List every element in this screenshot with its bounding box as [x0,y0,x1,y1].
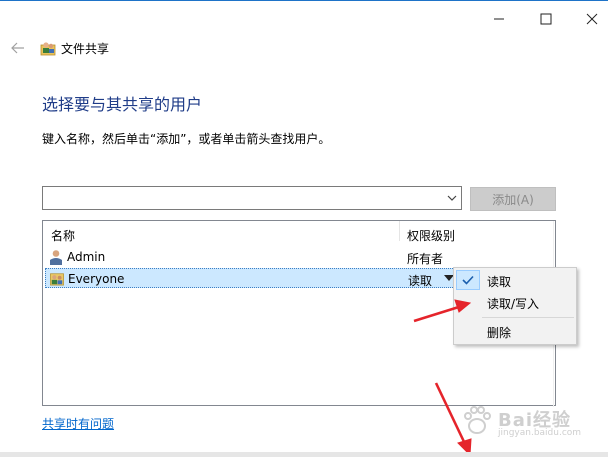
menu-item-read-write[interactable]: 读取/写入 [454,291,576,313]
watermark-url: jingyan.baidu.com [498,428,582,438]
add-button[interactable]: 添加(A) [470,187,556,211]
menu-item-read[interactable]: 读取 [454,269,576,291]
file-sharing-icon [40,42,56,56]
paw-logo-icon [464,406,491,434]
chevron-down-icon[interactable] [447,194,457,202]
window-title: 文件共享 [61,42,110,56]
maximize-icon [540,13,552,25]
column-header-name[interactable]: 名称 [51,227,75,244]
sharing-help-link[interactable]: 共享时有问题 [42,415,114,432]
list-row-admin[interactable]: Admin 所有者 [45,247,495,267]
instruction-text: 键入名称，然后单击“添加”，或者单击箭头查找用户。 [42,132,331,146]
close-button[interactable] [569,6,608,32]
window-bottom-bar [0,452,608,457]
column-header-permission[interactable]: 权限级别 [407,227,455,244]
permission-dropdown-value[interactable]: 读取 [408,272,432,289]
menu-separator [482,317,574,318]
back-arrow-icon [11,42,24,54]
menu-item-label: 读取 [487,275,512,289]
page-heading: 选择要与其共享的用户 [42,95,203,114]
maximize-button[interactable] [523,6,569,32]
minimize-button[interactable] [476,6,522,32]
list-row-everyone[interactable]: Everyone 读取 [45,268,495,288]
back-button[interactable] [8,38,28,58]
user-name: Admin [67,250,106,264]
minimize-icon [494,18,504,20]
menu-check-highlight [456,270,480,290]
permission-context-menu[interactable]: 读取 读取/写入 删除 [453,267,577,345]
window-top-border [0,0,608,1]
menu-item-label: 删除 [487,326,512,340]
user-name: Everyone [68,272,125,286]
menu-item-label: 读取/写入 [487,297,540,311]
checkmark-icon [462,275,474,285]
user-name-combobox[interactable] [42,186,462,210]
baidu-watermark: Bai经验 jingyan.baidu.com [458,400,582,444]
column-separator[interactable] [399,221,400,241]
close-icon [586,13,598,25]
menu-item-remove[interactable]: 删除 [454,320,576,342]
user-icon [50,250,62,265]
group-icon [50,273,64,286]
user-permission: 所有者 [407,252,444,266]
